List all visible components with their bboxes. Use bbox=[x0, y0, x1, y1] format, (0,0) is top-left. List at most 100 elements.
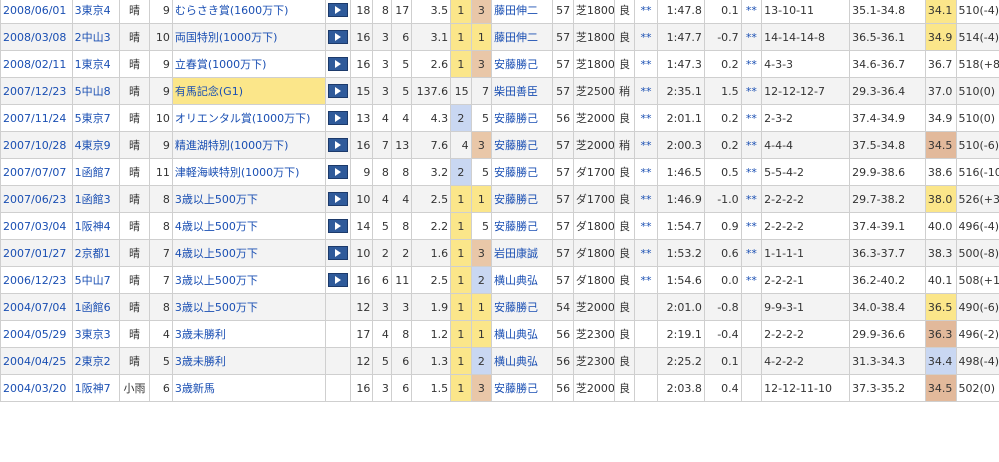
movie-icon[interactable] bbox=[328, 111, 349, 125]
jockey-link[interactable]: 安藤勝己 bbox=[494, 301, 538, 314]
venue-link[interactable]: 1東京4 bbox=[75, 58, 111, 71]
race-name-link[interactable]: 両国特別(1000万下) bbox=[175, 31, 278, 44]
index-mark-2[interactable]: ** bbox=[740, 23, 763, 51]
venue[interactable]: 5東京7 bbox=[71, 104, 120, 132]
jockey[interactable]: 横山典弘 bbox=[491, 266, 554, 294]
race-date[interactable]: 2007/10/28 bbox=[0, 131, 73, 159]
race-name-link[interactable]: 3歳以上500万下 bbox=[175, 301, 258, 314]
venue[interactable]: 1函館6 bbox=[71, 293, 120, 321]
venue-link[interactable]: 1阪神7 bbox=[75, 382, 111, 395]
race-name-link[interactable]: オリエンタル賞(1000万下) bbox=[175, 112, 311, 125]
venue[interactable]: 1阪神4 bbox=[71, 212, 120, 240]
race-date-link[interactable]: 2008/03/08 bbox=[3, 31, 66, 44]
race-name[interactable]: オリエンタル賞(1000万下) bbox=[171, 104, 327, 132]
index-mark-2[interactable] bbox=[740, 293, 763, 321]
movie-icon[interactable] bbox=[328, 165, 349, 179]
race-date[interactable]: 2004/04/25 bbox=[0, 347, 73, 375]
jockey-link[interactable]: 藤田伸二 bbox=[494, 31, 538, 44]
jockey-link[interactable]: 安藤勝己 bbox=[494, 112, 538, 125]
race-date[interactable]: 2006/12/23 bbox=[0, 266, 73, 294]
jockey-link[interactable]: 安藤勝己 bbox=[494, 139, 538, 152]
venue-link[interactable]: 4東京9 bbox=[75, 139, 111, 152]
movie-icon[interactable] bbox=[328, 30, 349, 44]
venue[interactable]: 5中山8 bbox=[71, 77, 120, 105]
index-mark[interactable]: ** bbox=[634, 0, 658, 24]
movie-cell[interactable] bbox=[325, 50, 351, 78]
race-date-link[interactable]: 2007/07/07 bbox=[3, 166, 66, 179]
movie-cell[interactable] bbox=[325, 131, 351, 159]
index-mark[interactable]: ** bbox=[634, 131, 658, 159]
race-name-link[interactable]: 3歳未勝利 bbox=[175, 355, 226, 368]
jockey-link[interactable]: 横山典弘 bbox=[494, 328, 538, 341]
venue-link[interactable]: 5中山8 bbox=[75, 85, 111, 98]
jockey-link[interactable]: 安藤勝己 bbox=[494, 58, 538, 71]
venue-link[interactable]: 3東京3 bbox=[75, 328, 111, 341]
index-mark-2[interactable]: ** bbox=[740, 50, 763, 78]
race-date-link[interactable]: 2007/03/04 bbox=[3, 220, 66, 233]
index-mark-2[interactable] bbox=[740, 374, 763, 402]
movie-cell[interactable] bbox=[325, 347, 351, 375]
venue[interactable]: 3東京3 bbox=[71, 320, 120, 348]
jockey[interactable]: 安藤勝己 bbox=[491, 212, 554, 240]
race-date-link[interactable]: 2007/06/23 bbox=[3, 193, 66, 206]
venue-link[interactable]: 1函館3 bbox=[75, 193, 111, 206]
jockey-link[interactable]: 藤田伸二 bbox=[494, 4, 538, 17]
race-date[interactable]: 2007/01/27 bbox=[0, 239, 73, 267]
index-mark[interactable]: ** bbox=[634, 77, 658, 105]
race-date[interactable]: 2007/07/07 bbox=[0, 158, 73, 186]
index-mark[interactable] bbox=[634, 374, 658, 402]
venue-link[interactable]: 5東京7 bbox=[75, 112, 111, 125]
movie-icon[interactable] bbox=[328, 219, 349, 233]
index-mark[interactable] bbox=[634, 347, 658, 375]
jockey[interactable]: 安藤勝己 bbox=[491, 158, 554, 186]
race-name-link[interactable]: 精進湖特別(1000万下) bbox=[175, 139, 289, 152]
venue[interactable]: 1函館3 bbox=[71, 185, 120, 213]
race-name[interactable]: 3歳未勝利 bbox=[171, 347, 327, 375]
movie-icon[interactable] bbox=[328, 57, 349, 71]
race-date-link[interactable]: 2004/04/25 bbox=[3, 355, 66, 368]
index-mark[interactable]: ** bbox=[634, 239, 658, 267]
jockey-link[interactable]: 安藤勝己 bbox=[494, 220, 538, 233]
race-name-link[interactable]: 3歳新馬 bbox=[175, 382, 215, 395]
venue-link[interactable]: 1函館6 bbox=[75, 301, 111, 314]
race-name[interactable]: 3歳以上500万下 bbox=[171, 185, 327, 213]
jockey-link[interactable]: 岩田康誠 bbox=[494, 247, 538, 260]
race-date[interactable]: 2008/02/11 bbox=[0, 50, 73, 78]
race-name-link[interactable]: むらさき賞(1600万下) bbox=[175, 4, 289, 17]
movie-cell[interactable] bbox=[325, 374, 351, 402]
index-mark-2[interactable]: ** bbox=[740, 212, 763, 240]
index-mark-2[interactable]: ** bbox=[740, 131, 763, 159]
index-mark-2[interactable]: ** bbox=[740, 0, 763, 24]
race-name-link[interactable]: 3歳以上500万下 bbox=[175, 193, 258, 206]
movie-cell[interactable] bbox=[325, 23, 351, 51]
race-date[interactable]: 2007/12/23 bbox=[0, 77, 73, 105]
venue-link[interactable]: 2東京2 bbox=[75, 355, 111, 368]
race-date[interactable]: 2008/06/01 bbox=[0, 0, 73, 24]
race-name[interactable]: 精進湖特別(1000万下) bbox=[171, 131, 327, 159]
race-name-link[interactable]: 4歳以上500万下 bbox=[175, 220, 258, 233]
race-date-link[interactable]: 2004/07/04 bbox=[3, 301, 66, 314]
movie-icon[interactable] bbox=[328, 246, 349, 260]
race-name[interactable]: 3歳以上500万下 bbox=[171, 293, 327, 321]
index-mark[interactable]: ** bbox=[634, 158, 658, 186]
movie-icon[interactable] bbox=[328, 84, 349, 98]
venue[interactable]: 1阪神7 bbox=[71, 374, 120, 402]
jockey[interactable]: 安藤勝己 bbox=[491, 131, 554, 159]
index-mark-2[interactable]: ** bbox=[740, 185, 763, 213]
race-name-link[interactable]: 4歳以上500万下 bbox=[175, 247, 258, 260]
jockey[interactable]: 柴田善臣 bbox=[491, 77, 554, 105]
venue-link[interactable]: 3東京4 bbox=[75, 4, 111, 17]
movie-cell[interactable] bbox=[325, 77, 351, 105]
jockey[interactable]: 安藤勝己 bbox=[491, 293, 554, 321]
venue[interactable]: 2中山3 bbox=[71, 23, 120, 51]
race-date-link[interactable]: 2008/06/01 bbox=[3, 4, 66, 17]
movie-cell[interactable] bbox=[325, 320, 351, 348]
race-name[interactable]: 立春賞(1000万下) bbox=[171, 50, 327, 78]
index-mark-2[interactable]: ** bbox=[740, 239, 763, 267]
index-mark[interactable] bbox=[634, 320, 658, 348]
movie-cell[interactable] bbox=[325, 185, 351, 213]
jockey-link[interactable]: 安藤勝己 bbox=[494, 166, 538, 179]
race-name[interactable]: 3歳新馬 bbox=[171, 374, 327, 402]
movie-cell[interactable] bbox=[325, 104, 351, 132]
jockey-link[interactable]: 横山典弘 bbox=[494, 355, 538, 368]
